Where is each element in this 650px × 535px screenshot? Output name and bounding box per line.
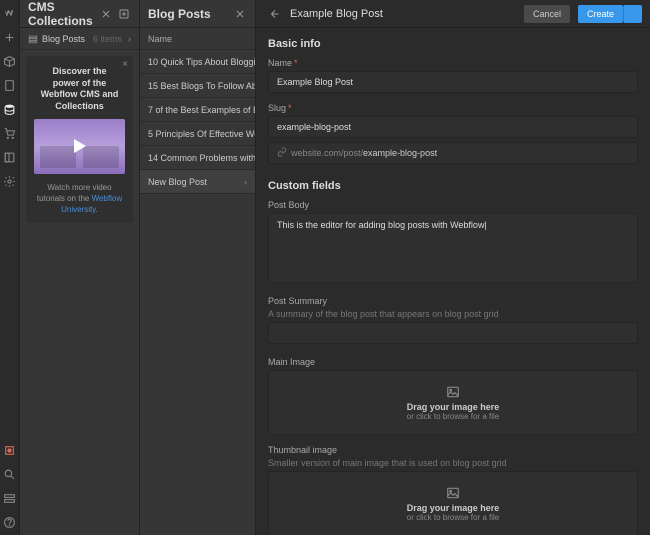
thumb-dropzone[interactable]: Drag your image here or click to browse …: [268, 471, 638, 535]
cms-icon[interactable]: [3, 102, 17, 116]
name-label: Name*: [268, 58, 638, 68]
add-icon[interactable]: [3, 30, 17, 44]
promo-footer: Watch more video tutorials on the Webflo…: [34, 182, 125, 216]
link-icon: [277, 147, 287, 159]
audit-icon[interactable]: [3, 491, 17, 505]
list-item[interactable]: 14 Common Problems with mod...: [140, 146, 255, 170]
close-icon[interactable]: [233, 7, 247, 21]
dropzone-title: Drag your image here: [407, 402, 500, 412]
list-title: Blog Posts: [148, 7, 211, 21]
image-icon: [444, 385, 462, 399]
main-image-label: Main Image: [268, 357, 638, 367]
summary-help: A summary of the blog post that appears …: [268, 309, 638, 319]
list-item[interactable]: New Blog Post›: [140, 170, 255, 194]
box-icon[interactable]: [3, 54, 17, 68]
promo-close[interactable]: ×: [122, 59, 128, 70]
chevron-right-icon: ›: [128, 34, 131, 44]
list-column-header: Name: [140, 28, 255, 50]
collection-row[interactable]: Blog Posts 6 items ›: [20, 28, 139, 50]
summary-input[interactable]: [268, 322, 638, 344]
logo-icon[interactable]: [3, 6, 17, 20]
blog-list-panel: Blog Posts Name 10 Quick Tips About Blog…: [140, 0, 256, 535]
editor-panel: Example Blog Post Cancel Create Basic in…: [256, 0, 650, 535]
list-item[interactable]: 10 Quick Tips About Blogging: [140, 50, 255, 74]
dropzone-title: Drag your image here: [407, 503, 500, 513]
slug-input[interactable]: [268, 116, 638, 138]
play-icon: [74, 139, 86, 153]
new-collection-icon[interactable]: [117, 7, 131, 21]
editor-title: Example Blog Post: [290, 8, 516, 20]
post-body-label: Post Body: [268, 200, 638, 210]
search-icon[interactable]: [3, 467, 17, 481]
create-dropdown[interactable]: [623, 5, 642, 23]
dropzone-sub: or click to browse for a file: [407, 513, 499, 522]
list-item[interactable]: 7 of the Best Examples of Beaut...: [140, 98, 255, 122]
slug-preview: website.com/post/example-blog-post: [268, 142, 638, 164]
collection-count: 6 items: [93, 34, 122, 44]
post-body-input[interactable]: This is the editor for adding blog posts…: [268, 213, 638, 283]
slug-label: Slug*: [268, 103, 638, 113]
chevron-right-icon: ›: [244, 177, 247, 187]
section-custom-fields: Custom fields: [268, 180, 638, 192]
thumb-label: Thumbnail image: [268, 445, 638, 455]
promo-title: Discover the power of the Webflow CMS an…: [34, 64, 125, 119]
create-button[interactable]: Create: [578, 5, 623, 23]
settings-icon[interactable]: [3, 174, 17, 188]
image-icon: [444, 486, 462, 500]
help-icon[interactable]: [3, 515, 17, 529]
summary-label: Post Summary: [268, 296, 638, 306]
collection-name: Blog Posts: [42, 34, 85, 44]
assets-icon[interactable]: [3, 150, 17, 164]
page-icon[interactable]: [3, 78, 17, 92]
cms-panel-title: CMS Collections: [28, 0, 95, 28]
promo-card: × Discover the power of the Webflow CMS …: [26, 56, 133, 223]
main-image-dropzone[interactable]: Drag your image here or click to browse …: [268, 370, 638, 435]
cancel-button[interactable]: Cancel: [524, 5, 570, 23]
section-basic-info: Basic info: [268, 38, 638, 50]
cms-panel: CMS Collections Blog Posts 6 items › × D…: [20, 0, 140, 535]
list-item[interactable]: 15 Best Blogs To Follow About ...: [140, 74, 255, 98]
list-item[interactable]: 5 Principles Of Effective Web De...: [140, 122, 255, 146]
promo-video[interactable]: [34, 119, 125, 174]
close-icon[interactable]: [99, 7, 113, 21]
thumb-help: Smaller version of main image that is us…: [268, 458, 638, 468]
icon-rail: [0, 0, 20, 535]
name-input[interactable]: [268, 71, 638, 93]
back-icon[interactable]: [268, 7, 282, 21]
dropzone-sub: or click to browse for a file: [407, 412, 499, 421]
cart-icon[interactable]: [3, 126, 17, 140]
record-icon[interactable]: [3, 443, 17, 457]
